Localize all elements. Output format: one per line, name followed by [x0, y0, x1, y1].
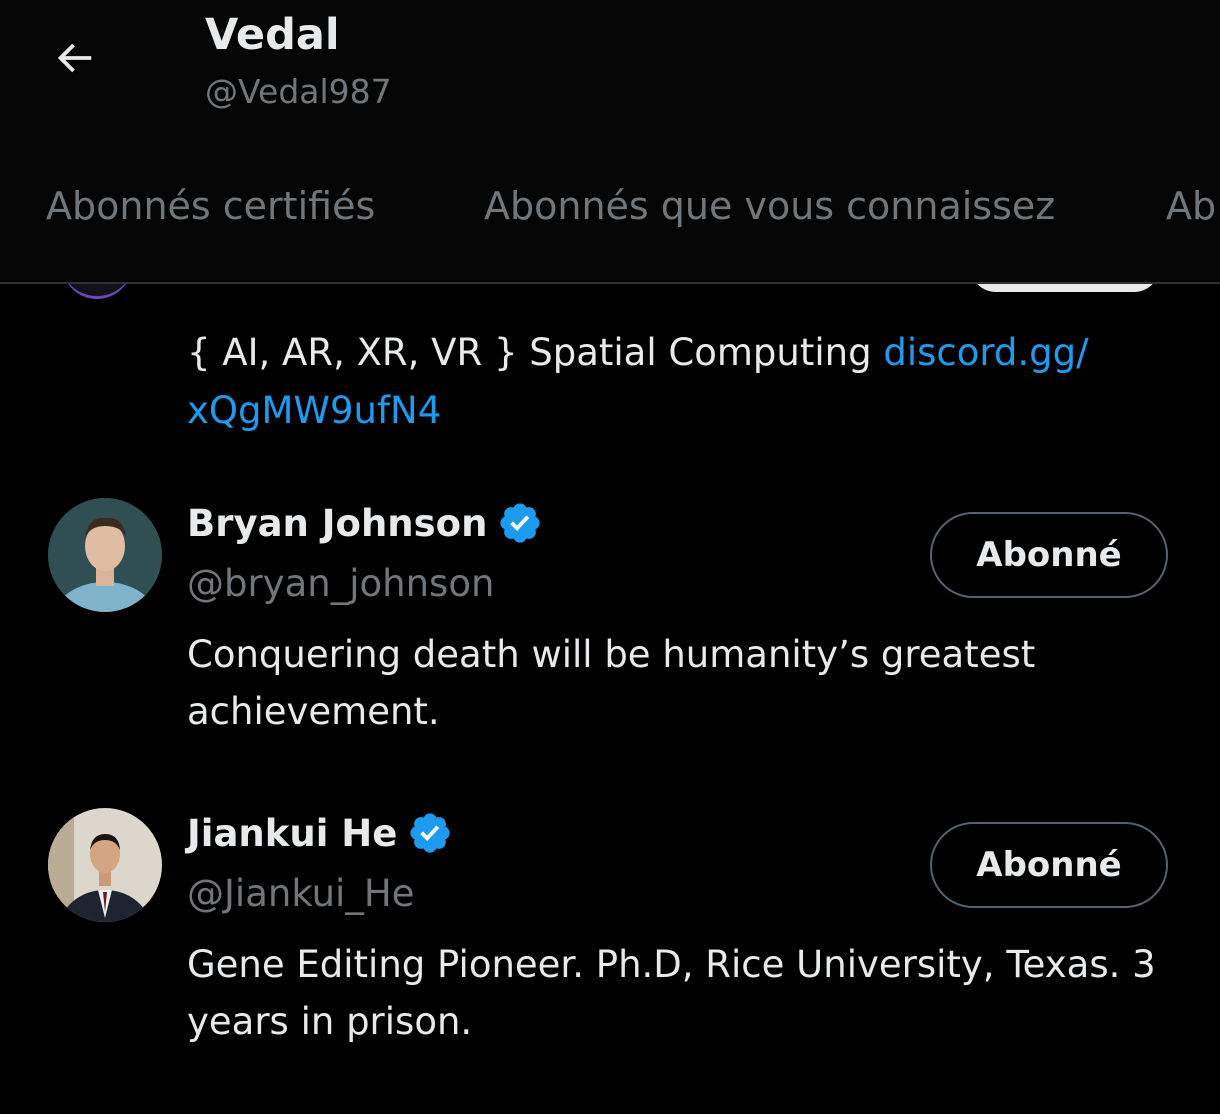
- profile-header: Vedal @Vedal987: [0, 0, 1220, 140]
- name-row: Bryan Johnson: [187, 500, 543, 546]
- user-bio: { AI, AR, XR, VR } Spatial Computing dis…: [187, 324, 1147, 440]
- followers-list: { AI, AR, XR, VR } Spatial Computing dis…: [0, 284, 1220, 1114]
- profile-name: Vedal: [205, 10, 340, 60]
- avatar[interactable]: [48, 808, 162, 922]
- arrow-left-icon: [51, 35, 97, 85]
- verified-badge-icon: [407, 810, 453, 856]
- following-button[interactable]: Abonné: [930, 512, 1168, 598]
- user-name[interactable]: Jiankui He: [187, 812, 397, 855]
- user-bio: Conquering death will be humanity’s grea…: [187, 633, 1036, 733]
- following-button[interactable]: Abonné: [930, 822, 1168, 908]
- follow-button[interactable]: [970, 284, 1160, 292]
- user-handle: @bryan_johnson: [187, 562, 495, 605]
- tab-followers-you-know[interactable]: Abonnés que vous connaissez: [484, 184, 1055, 228]
- back-button[interactable]: [46, 32, 102, 88]
- profile-handle: @Vedal987: [205, 72, 392, 111]
- name-row: Jiankui He: [187, 810, 453, 856]
- tab-followers[interactable]: Ab: [1166, 184, 1216, 228]
- verified-badge-icon: [497, 500, 543, 546]
- followers-tabs: Abonnés certifiés Abonnés que vous conna…: [0, 140, 1220, 284]
- tab-verified-followers[interactable]: Abonnés certifiés: [46, 184, 375, 228]
- bio-text: { AI, AR, XR, VR } Spatial Computing: [187, 331, 884, 374]
- user-cell[interactable]: Bryan Johnson @bryan_johnson Conquering …: [0, 496, 1220, 786]
- avatar[interactable]: [48, 498, 162, 612]
- avatar[interactable]: [62, 284, 132, 299]
- user-handle: @Jiankui_He: [187, 872, 415, 915]
- user-name[interactable]: Bryan Johnson: [187, 502, 487, 545]
- user-bio: Gene Editing Pioneer. Ph.D, Rice Univers…: [187, 943, 1156, 1043]
- user-cell[interactable]: Jiankui He @Jiankui_He Gene Editing Pion…: [0, 806, 1220, 1096]
